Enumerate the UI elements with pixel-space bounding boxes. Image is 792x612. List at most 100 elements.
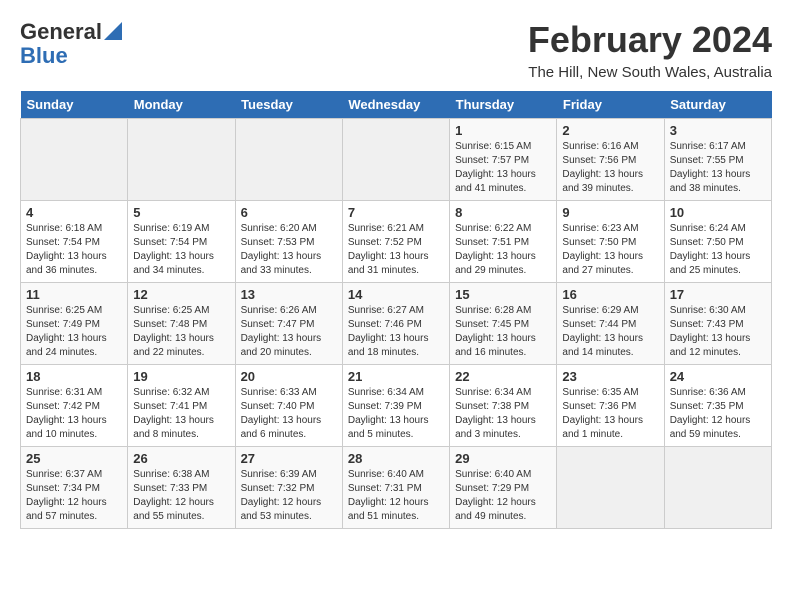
calendar-cell: 5Sunrise: 6:19 AM Sunset: 7:54 PM Daylig… [128, 200, 235, 282]
day-number: 8 [455, 205, 551, 220]
calendar-cell: 19 Sunrise: 6:32 AM Sunset: 7:41 PM Dayli… [128, 364, 235, 446]
calendar-title: February 2024 [528, 20, 772, 60]
calendar-cell: 20 Sunrise: 6:33 AM Sunset: 7:40 PM Dayli… [235, 364, 342, 446]
day-info: Sunrise: 6:29 AM Sunset: 7:44 PM Dayligh… [562, 304, 658, 360]
calendar-cell: 15 Sunrise: 6:28 AM Sunset: 7:45 PM Dayli… [450, 282, 557, 364]
calendar-cell: 9Sunrise: 6:23 AM Sunset: 7:50 PM Daylig… [557, 200, 664, 282]
day-number: 9 [562, 205, 658, 220]
day-number: 2 [562, 123, 658, 138]
day-number: 21 [348, 369, 444, 384]
day-number: 25 [26, 451, 122, 466]
title-section: February 2024 The Hill, New South Wales,… [528, 20, 772, 81]
calendar-cell [342, 118, 449, 200]
week-row-3: 11 Sunrise: 6:25 AM Sunset: 7:49 PM Dayli… [21, 282, 772, 364]
day-number: 20 [241, 369, 337, 384]
calendar-cell: 22 Sunrise: 6:34 AM Sunset: 7:38 PM Dayli… [450, 364, 557, 446]
calendar-cell [235, 118, 342, 200]
day-info: Sunrise: 6:32 AM Sunset: 7:41 PM Dayligh… [133, 386, 229, 442]
day-info: Sunrise: 6:36 AM Sunset: 7:35 PM Dayligh… [670, 386, 766, 442]
weekday-header-wednesday: Wednesday [342, 91, 449, 119]
day-info: Sunrise: 6:16 AM Sunset: 7:56 PM Dayligh… [562, 140, 658, 196]
day-info: Sunrise: 6:37 AM Sunset: 7:34 PM Dayligh… [26, 468, 122, 524]
day-number: 22 [455, 369, 551, 384]
weekday-header-thursday: Thursday [450, 91, 557, 119]
calendar-cell: 23 Sunrise: 6:35 AM Sunset: 7:36 PM Dayli… [557, 364, 664, 446]
calendar-cell: 29Sunrise: 6:40 AM Sunset: 7:29 PM Dayli… [450, 446, 557, 528]
calendar-cell: 18 Sunrise: 6:31 AM Sunset: 7:42 PM Dayli… [21, 364, 128, 446]
calendar-cell: 16Sunrise: 6:29 AM Sunset: 7:44 PM Dayli… [557, 282, 664, 364]
day-info: Sunrise: 6:28 AM Sunset: 7:45 PM Dayligh… [455, 304, 551, 360]
calendar-cell [128, 118, 235, 200]
logo-general-text: General [20, 20, 102, 44]
weekday-header-tuesday: Tuesday [235, 91, 342, 119]
calendar-cell: 12 Sunrise: 6:25 AM Sunset: 7:48 PM Dayli… [128, 282, 235, 364]
day-info: Sunrise: 6:15 AM Sunset: 7:57 PM Dayligh… [455, 140, 551, 196]
calendar-cell: 14Sunrise: 6:27 AM Sunset: 7:46 PM Dayli… [342, 282, 449, 364]
day-info: Sunrise: 6:20 AM Sunset: 7:53 PM Dayligh… [241, 222, 337, 278]
calendar-cell: 13 Sunrise: 6:26 AM Sunset: 7:47 PM Dayli… [235, 282, 342, 364]
day-info: Sunrise: 6:18 AM Sunset: 7:54 PM Dayligh… [26, 222, 122, 278]
day-info: Sunrise: 6:38 AM Sunset: 7:33 PM Dayligh… [133, 468, 229, 524]
day-number: 18 [26, 369, 122, 384]
day-info: Sunrise: 6:19 AM Sunset: 7:54 PM Dayligh… [133, 222, 229, 278]
day-info: Sunrise: 6:25 AM Sunset: 7:49 PM Dayligh… [26, 304, 122, 360]
day-number: 1 [455, 123, 551, 138]
calendar-cell [664, 446, 771, 528]
weekday-header-sunday: Sunday [21, 91, 128, 119]
calendar-cell: 6 Sunrise: 6:20 AM Sunset: 7:53 PM Daylig… [235, 200, 342, 282]
day-info: Sunrise: 6:34 AM Sunset: 7:38 PM Dayligh… [455, 386, 551, 442]
calendar-cell: 17Sunrise: 6:30 AM Sunset: 7:43 PM Dayli… [664, 282, 771, 364]
day-info: Sunrise: 6:35 AM Sunset: 7:36 PM Dayligh… [562, 386, 658, 442]
week-row-2: 4 Sunrise: 6:18 AM Sunset: 7:54 PM Daylig… [21, 200, 772, 282]
day-info: Sunrise: 6:25 AM Sunset: 7:48 PM Dayligh… [133, 304, 229, 360]
day-info: Sunrise: 6:33 AM Sunset: 7:40 PM Dayligh… [241, 386, 337, 442]
day-number: 29 [455, 451, 551, 466]
day-number: 26 [133, 451, 229, 466]
week-row-5: 25 Sunrise: 6:37 AM Sunset: 7:34 PM Dayli… [21, 446, 772, 528]
calendar-cell: 1 Sunrise: 6:15 AM Sunset: 7:57 PM Daylig… [450, 118, 557, 200]
day-number: 3 [670, 123, 766, 138]
calendar-cell: 3 Sunrise: 6:17 AM Sunset: 7:55 PM Daylig… [664, 118, 771, 200]
day-info: Sunrise: 6:17 AM Sunset: 7:55 PM Dayligh… [670, 140, 766, 196]
day-number: 11 [26, 287, 122, 302]
day-number: 6 [241, 205, 337, 220]
logo-blue-text: Blue [20, 44, 68, 68]
day-number: 12 [133, 287, 229, 302]
calendar-cell: 25 Sunrise: 6:37 AM Sunset: 7:34 PM Dayli… [21, 446, 128, 528]
calendar-cell: 7Sunrise: 6:21 AM Sunset: 7:52 PM Daylig… [342, 200, 449, 282]
day-number: 23 [562, 369, 658, 384]
calendar-cell: 26 Sunrise: 6:38 AM Sunset: 7:33 PM Dayli… [128, 446, 235, 528]
day-number: 19 [133, 369, 229, 384]
logo: General Blue [20, 20, 122, 68]
weekday-header-friday: Friday [557, 91, 664, 119]
calendar-cell: 10 Sunrise: 6:24 AM Sunset: 7:50 PM Dayli… [664, 200, 771, 282]
day-info: Sunrise: 6:24 AM Sunset: 7:50 PM Dayligh… [670, 222, 766, 278]
week-row-1: 1 Sunrise: 6:15 AM Sunset: 7:57 PM Daylig… [21, 118, 772, 200]
day-number: 15 [455, 287, 551, 302]
day-info: Sunrise: 6:21 AM Sunset: 7:52 PM Dayligh… [348, 222, 444, 278]
day-number: 27 [241, 451, 337, 466]
calendar-cell [21, 118, 128, 200]
calendar-cell: 8 Sunrise: 6:22 AM Sunset: 7:51 PM Daylig… [450, 200, 557, 282]
calendar-cell: 27 Sunrise: 6:39 AM Sunset: 7:32 PM Dayli… [235, 446, 342, 528]
weekday-header-saturday: Saturday [664, 91, 771, 119]
day-number: 10 [670, 205, 766, 220]
week-row-4: 18 Sunrise: 6:31 AM Sunset: 7:42 PM Dayli… [21, 364, 772, 446]
calendar-cell: 24 Sunrise: 6:36 AM Sunset: 7:35 PM Dayli… [664, 364, 771, 446]
calendar-table: SundayMondayTuesdayWednesdayThursdayFrid… [20, 91, 772, 529]
day-info: Sunrise: 6:22 AM Sunset: 7:51 PM Dayligh… [455, 222, 551, 278]
day-number: 24 [670, 369, 766, 384]
day-info: Sunrise: 6:31 AM Sunset: 7:42 PM Dayligh… [26, 386, 122, 442]
calendar-cell: 4 Sunrise: 6:18 AM Sunset: 7:54 PM Daylig… [21, 200, 128, 282]
day-number: 13 [241, 287, 337, 302]
day-number: 4 [26, 205, 122, 220]
calendar-cell: 11 Sunrise: 6:25 AM Sunset: 7:49 PM Dayli… [21, 282, 128, 364]
day-info: Sunrise: 6:40 AM Sunset: 7:31 PM Dayligh… [348, 468, 444, 524]
calendar-cell: 28 Sunrise: 6:40 AM Sunset: 7:31 PM Dayli… [342, 446, 449, 528]
day-number: 28 [348, 451, 444, 466]
calendar-subtitle: The Hill, New South Wales, Australia [528, 64, 772, 81]
day-number: 17 [670, 287, 766, 302]
day-number: 14 [348, 287, 444, 302]
day-info: Sunrise: 6:26 AM Sunset: 7:47 PM Dayligh… [241, 304, 337, 360]
day-info: Sunrise: 6:39 AM Sunset: 7:32 PM Dayligh… [241, 468, 337, 524]
